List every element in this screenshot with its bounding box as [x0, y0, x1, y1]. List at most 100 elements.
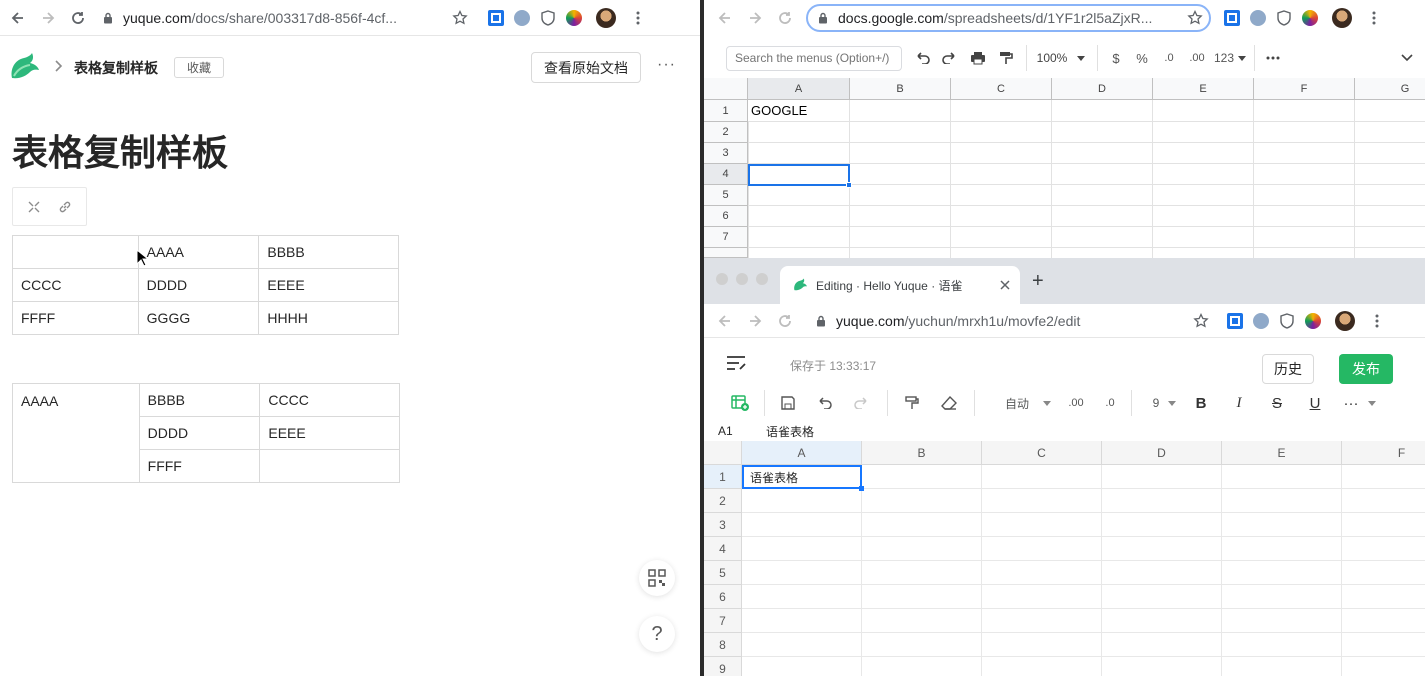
column-header[interactable]: F	[1254, 78, 1355, 100]
column-header[interactable]: C	[951, 78, 1052, 100]
help-button[interactable]: ?	[639, 616, 675, 652]
italic-button[interactable]: I	[1220, 388, 1258, 418]
percent-format-button[interactable]: %	[1128, 43, 1156, 73]
view-original-button[interactable]: 查看原始文档	[531, 52, 641, 83]
decrease-decimal-button[interactable]: .0	[1156, 43, 1182, 73]
save-icon[interactable]	[771, 388, 805, 418]
redo-icon[interactable]	[936, 43, 964, 73]
column-header[interactable]: G	[1355, 78, 1425, 100]
paint-format-icon[interactable]	[992, 43, 1020, 73]
chevron-down-icon[interactable]	[1368, 400, 1376, 406]
sheet-cell-a1[interactable]: GOOGLE	[748, 100, 850, 122]
colorful-extension-icon[interactable]	[561, 0, 587, 36]
row-header[interactable]: 6	[704, 206, 748, 227]
extension-icon[interactable]	[1248, 303, 1274, 339]
insert-table-icon[interactable]	[722, 388, 758, 418]
publish-button[interactable]: 发布	[1339, 354, 1393, 384]
shield-icon[interactable]	[1271, 0, 1297, 36]
row-header[interactable]: 1	[704, 100, 748, 122]
table-cell[interactable]: BBBB	[258, 235, 399, 269]
reload-icon[interactable]	[770, 303, 800, 339]
new-tab-button[interactable]: +	[1032, 270, 1044, 293]
yuque-logo-icon[interactable]	[8, 52, 40, 82]
font-size-select[interactable]: 9	[1146, 396, 1166, 410]
row-header[interactable]: 3	[704, 513, 742, 537]
breadcrumb[interactable]: 表格复制样板	[74, 58, 158, 78]
browser-menu-icon[interactable]	[623, 0, 653, 36]
tab-close-icon[interactable]	[1000, 280, 1010, 290]
empty-cells-area[interactable]	[748, 122, 1425, 258]
fill-handle[interactable]	[846, 182, 852, 188]
bold-button[interactable]: B	[1182, 388, 1220, 418]
undo-icon[interactable]	[805, 388, 843, 418]
window-minimize-light[interactable]	[736, 273, 748, 285]
reload-icon[interactable]	[770, 0, 800, 36]
link-icon[interactable]	[58, 200, 72, 214]
shield-icon[interactable]	[535, 0, 561, 36]
column-header[interactable]: A	[742, 441, 862, 465]
column-header[interactable]: B	[850, 78, 951, 100]
qr-code-button[interactable]	[639, 560, 675, 596]
row-header[interactable]: 2	[704, 489, 742, 513]
address-bar[interactable]: yuque.com/docs/share/003317d8-856f-4cf..…	[103, 4, 443, 32]
avatar[interactable]	[1332, 303, 1358, 339]
formula-bar-input[interactable]: 语雀表格	[766, 423, 814, 440]
increase-decimal-button[interactable]: .00	[1182, 43, 1212, 73]
menu-search-input[interactable]	[726, 45, 902, 71]
colorful-extension-icon[interactable]	[1300, 303, 1326, 339]
merged-cell[interactable]: AAAA	[12, 383, 140, 483]
column-header[interactable]: E	[1153, 78, 1254, 100]
chevron-down-icon[interactable]	[1043, 400, 1051, 406]
forward-icon[interactable]	[740, 0, 770, 36]
chevron-down-icon[interactable]	[1168, 400, 1176, 406]
avatar[interactable]	[1329, 0, 1355, 36]
back-icon[interactable]	[710, 0, 740, 36]
extension-icon[interactable]	[509, 0, 535, 36]
row-header[interactable]: 3	[704, 143, 748, 164]
row-1-cells[interactable]	[850, 100, 1425, 122]
address-bar[interactable]: docs.google.com/spreadsheets/d/1YF1r2l5a…	[806, 4, 1211, 32]
row-header[interactable]: 6	[704, 585, 742, 609]
column-header[interactable]: B	[862, 441, 982, 465]
strikethrough-button[interactable]: S	[1258, 388, 1296, 418]
bookmark-star-icon[interactable]	[445, 0, 475, 36]
column-header[interactable]: D	[1102, 441, 1222, 465]
qr-extension-icon[interactable]	[483, 0, 509, 36]
qr-extension-icon[interactable]	[1219, 0, 1245, 36]
reload-icon[interactable]	[63, 0, 93, 36]
row-header[interactable]: 9	[704, 657, 742, 676]
select-all-corner[interactable]	[704, 441, 742, 465]
history-button[interactable]: 历史	[1262, 354, 1314, 384]
currency-format-button[interactable]: $	[1104, 43, 1128, 73]
row-header[interactable]: 5	[704, 185, 748, 206]
redo-icon[interactable]	[843, 388, 881, 418]
table-cell[interactable]: DDDD	[137, 268, 260, 302]
row-header[interactable]: 4	[704, 537, 742, 561]
address-bar[interactable]: yuque.com/yuchun/mrxh1u/movfe2/edit	[816, 307, 1186, 335]
column-header[interactable]: F	[1342, 441, 1425, 465]
empty-cells-area[interactable]	[742, 465, 1425, 676]
eraser-icon[interactable]	[930, 388, 968, 418]
toc-menu-icon[interactable]	[726, 355, 746, 371]
more-tools-button[interactable]: ···	[1334, 388, 1368, 418]
number-format-select[interactable]: 自动	[997, 395, 1037, 412]
table-cell[interactable]: FFFF	[12, 301, 139, 335]
underline-button[interactable]: U	[1296, 388, 1334, 418]
select-all-corner[interactable]	[704, 78, 748, 100]
column-header[interactable]: D	[1052, 78, 1153, 100]
table-cell[interactable]: AAAA	[137, 235, 260, 269]
table-cell[interactable]: FFFF	[138, 449, 261, 483]
row-header[interactable]: 4	[704, 164, 748, 185]
table-cell[interactable]: DDDD	[138, 416, 261, 450]
extension-icon[interactable]	[1245, 0, 1271, 36]
table-cell[interactable]: BBBB	[138, 383, 261, 417]
active-cell-a4[interactable]	[748, 164, 850, 186]
table-cell[interactable]: GGGG	[137, 301, 260, 335]
row-header[interactable]: 7	[704, 227, 748, 248]
more-formats-button[interactable]: 123	[1212, 43, 1236, 73]
format-painter-icon[interactable]	[894, 388, 930, 418]
cell-reference[interactable]: A1	[718, 424, 733, 438]
bookmark-star-icon[interactable]	[1187, 10, 1203, 26]
table-cell[interactable]: CCCC	[12, 268, 139, 302]
back-icon[interactable]	[710, 303, 740, 339]
